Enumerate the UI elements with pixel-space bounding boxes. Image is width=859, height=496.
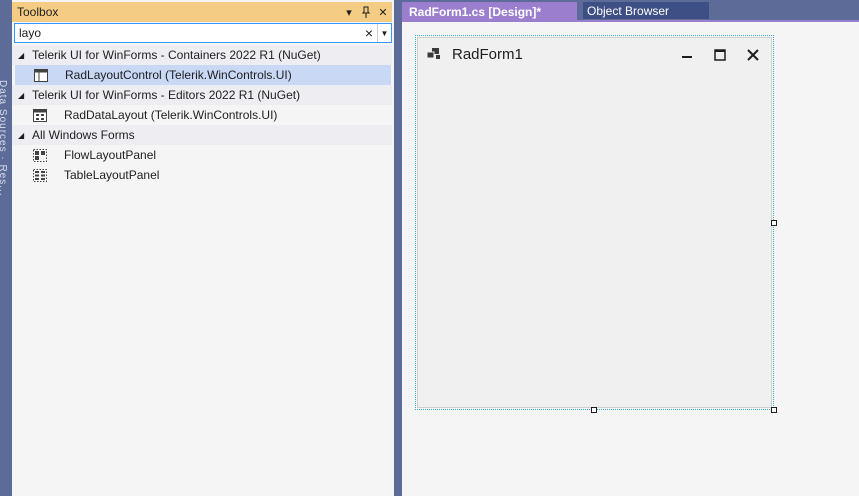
search-dropdown-icon[interactable]: ▼: [377, 24, 391, 42]
tool-item-tablelayoutpanel[interactable]: TableLayoutPanel: [12, 165, 392, 185]
document-tabs: RadForm1.cs [Design]* Object Browser: [402, 0, 859, 22]
tool-item-label: RadDataLayout (Telerik.WinControls.UI): [64, 108, 278, 122]
tool-item-flowlayoutpanel[interactable]: FlowLayoutPanel: [12, 145, 392, 165]
radform1-designer-form[interactable]: RadForm1: [417, 37, 772, 408]
toolbox-header: Toolbox ▾ ✕: [12, 2, 392, 22]
panel-splitter[interactable]: [394, 0, 402, 496]
clear-search-icon[interactable]: ×: [361, 24, 377, 42]
group-header-telerik-containers[interactable]: ◢ Telerik UI for WinForms - Containers 2…: [12, 45, 392, 65]
toolbox-list: ◢ Telerik UI for WinForms - Containers 2…: [12, 45, 392, 185]
resize-handle-bottom-right[interactable]: [771, 407, 777, 413]
table-layout-icon: [32, 168, 48, 182]
side-strip-label[interactable]: Data Sources · Res...: [0, 80, 8, 197]
tool-item-raddatalayout[interactable]: RadDataLayout (Telerik.WinControls.UI): [12, 105, 392, 125]
side-strip: Data Sources · Res...: [0, 0, 12, 496]
tab-object-browser[interactable]: Object Browser: [583, 2, 709, 19]
toolbox-panel: Toolbox ▾ ✕ × ▼ ◢ Telerik UI for WinForm…: [12, 0, 394, 496]
collapse-triangle-icon[interactable]: ◢: [18, 51, 32, 60]
form-app-icon: [426, 48, 441, 61]
window-position-dropdown-icon[interactable]: ▾: [341, 4, 357, 20]
tool-item-label: RadLayoutControl (Telerik.WinControls.UI…: [65, 68, 292, 82]
form-titlebar[interactable]: RadForm1: [418, 38, 771, 72]
search-box: × ▼: [14, 23, 392, 43]
resize-handle-right[interactable]: [771, 220, 777, 226]
layout-control-icon: [33, 68, 49, 82]
form-title: RadForm1: [452, 46, 523, 63]
tool-item-label: TableLayoutPanel: [64, 168, 160, 182]
group-label: Telerik UI for WinForms - Editors 2022 R…: [32, 88, 301, 102]
tool-item-radlayoutcontrol[interactable]: RadLayoutControl (Telerik.WinControls.UI…: [15, 65, 391, 85]
collapse-triangle-icon[interactable]: ◢: [18, 91, 32, 100]
close-icon[interactable]: ✕: [375, 4, 391, 20]
search-input[interactable]: [15, 24, 361, 42]
tab-radform1-design[interactable]: RadForm1.cs [Design]*: [402, 2, 577, 22]
group-header-telerik-editors[interactable]: ◢ Telerik UI for WinForms - Editors 2022…: [12, 85, 392, 105]
resize-handle-bottom[interactable]: [591, 407, 597, 413]
toolbox-title: Toolbox: [17, 5, 59, 19]
tool-item-label: FlowLayoutPanel: [64, 148, 157, 162]
collapse-triangle-icon[interactable]: ◢: [18, 131, 32, 140]
data-layout-icon: [32, 108, 48, 122]
close-icon[interactable]: [742, 44, 764, 66]
group-label: Telerik UI for WinForms - Containers 202…: [32, 48, 321, 62]
pin-icon[interactable]: [358, 4, 374, 20]
flow-layout-icon: [32, 148, 48, 162]
maximize-icon[interactable]: [709, 44, 731, 66]
group-label: All Windows Forms: [32, 128, 135, 142]
minimize-icon[interactable]: [676, 44, 698, 66]
group-header-all-windows-forms[interactable]: ◢ All Windows Forms: [12, 125, 392, 145]
